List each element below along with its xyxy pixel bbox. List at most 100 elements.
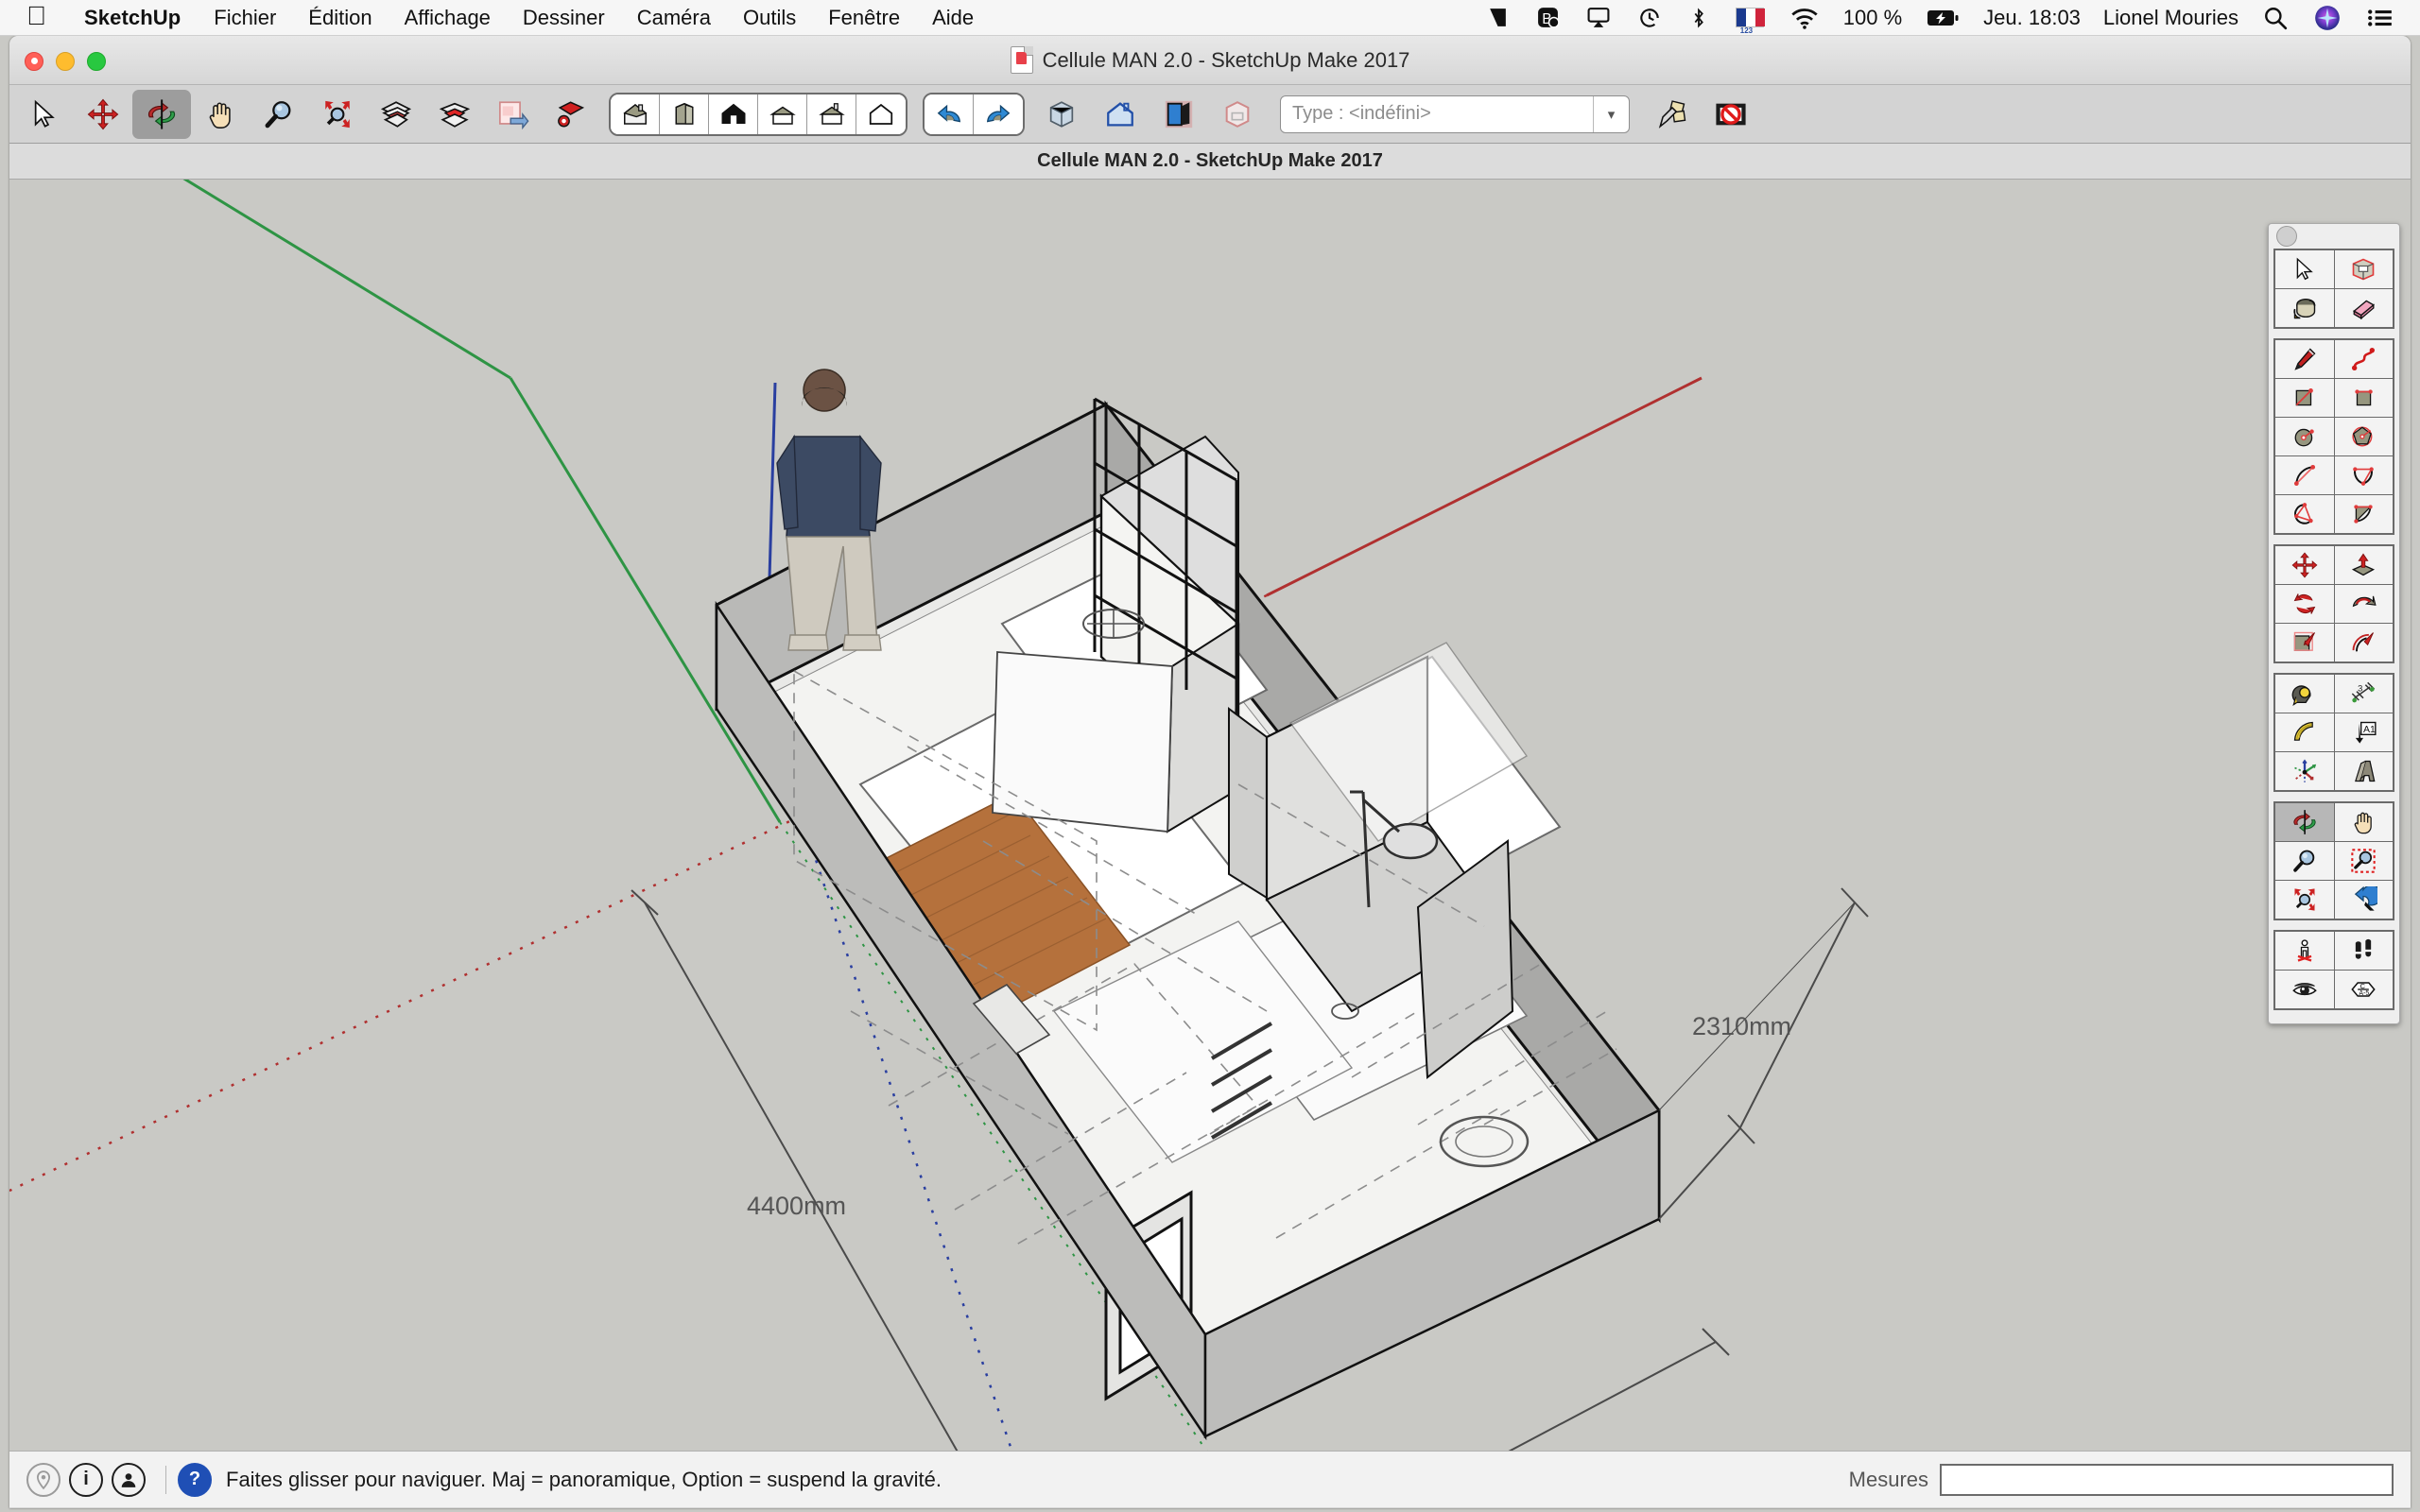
tool-follow-me[interactable] [2335, 585, 2394, 623]
menu-app-name[interactable]: SketchUp [67, 6, 198, 30]
interact-tool-button[interactable] [1643, 90, 1702, 139]
palette-group-construction: 3 A1 [2273, 673, 2394, 792]
control-center-icon[interactable] [2354, 0, 2407, 36]
tool-rectangle[interactable] [2275, 379, 2334, 417]
french-flag-input-icon[interactable]: 123 [1722, 0, 1777, 36]
tool-scale[interactable] [2275, 624, 2334, 662]
orbit-tool-button[interactable] [132, 90, 191, 139]
model-info-tool-button[interactable] [1091, 90, 1150, 139]
tool-make-component[interactable] [2335, 250, 2394, 288]
dynamic-component-tool-button[interactable] [1208, 90, 1267, 139]
tool-pan[interactable] [2335, 803, 2394, 841]
component-tool-button[interactable] [367, 90, 425, 139]
tool-3d-text[interactable] [2335, 752, 2394, 790]
tool-rotated-rectangle[interactable] [2335, 379, 2394, 417]
tool-dimension[interactable]: 3 [2335, 675, 2394, 713]
open-model-tool-button[interactable] [1150, 90, 1208, 139]
tool-rotate[interactable] [2275, 585, 2334, 623]
palette-drag-handle[interactable] [2276, 226, 2297, 247]
spotlight-search-icon[interactable] [2250, 0, 2301, 36]
select-tool-button[interactable] [15, 90, 74, 139]
time-machine-icon[interactable] [1624, 0, 1675, 36]
extension-warehouse-button[interactable] [484, 90, 543, 139]
tool-look-around[interactable] [2275, 971, 2334, 1008]
tool-eraser[interactable] [2335, 289, 2394, 327]
menu-item-edition[interactable]: Édition [292, 6, 388, 30]
tool-arc-tangent[interactable] [2335, 495, 2394, 533]
tool-paint-bucket[interactable] [2275, 289, 2334, 327]
tool-polygon[interactable] [2335, 418, 2394, 455]
style-hidden-line-button[interactable] [709, 94, 758, 134]
tool-section-plane[interactable]: CA-5 [2335, 971, 2394, 1008]
tool-arc-3point[interactable] [2335, 456, 2394, 494]
tool-walk[interactable] [2335, 932, 2394, 970]
tool-text[interactable]: A1 [2335, 713, 2394, 751]
tool-zoom-window[interactable] [2335, 842, 2394, 880]
dynamic-component-type-field[interactable]: Type : <indéfini> ▾ [1280, 95, 1630, 133]
siri-icon[interactable] [2301, 0, 2354, 36]
account-status-icon[interactable] [112, 1463, 146, 1497]
menu-item-fenetre[interactable]: Fenêtre [812, 6, 916, 30]
tool-arc-2point[interactable] [2275, 456, 2334, 494]
tool-position-camera[interactable] [2275, 932, 2334, 970]
palette-header[interactable] [2269, 224, 2399, 249]
move-tool-button[interactable] [74, 90, 132, 139]
menu-item-aide[interactable]: Aide [916, 6, 990, 30]
tool-move[interactable] [2275, 546, 2334, 584]
style-xray-button[interactable] [856, 94, 906, 134]
menu-item-fichier[interactable]: Fichier [198, 6, 292, 30]
menu-bar-clock[interactable]: Jeu. 18:03 [1972, 6, 2092, 30]
tool-offset[interactable] [2335, 624, 2394, 662]
zoom-extents-tool-button[interactable] [308, 90, 367, 139]
redo-button[interactable] [974, 94, 1023, 134]
style-shaded-texture-button[interactable] [611, 94, 660, 134]
menu-bar-status-area: B 123 100 % [1473, 0, 2420, 36]
stop-tool-button[interactable] [1702, 90, 1760, 139]
close-button[interactable] [25, 52, 43, 71]
wifi-icon[interactable] [1777, 0, 1832, 36]
airplay-icon[interactable] [1573, 0, 1624, 36]
style-monochrome-button[interactable] [807, 94, 856, 134]
zoom-tool-button[interactable] [250, 90, 308, 139]
tool-line[interactable] [2275, 340, 2334, 378]
3d-viewport[interactable]: 2310mm 4400mm 2350mm [9, 180, 2411, 1451]
tool-zoom[interactable] [2275, 842, 2334, 880]
chevron-down-icon[interactable]: ▾ [1593, 96, 1629, 132]
tool-axes[interactable] [2275, 752, 2334, 790]
large-tool-set-palette[interactable]: 3 A1 [2268, 223, 2400, 1024]
apple-logo-icon[interactable]:  [0, 3, 67, 29]
bluetooth-icon[interactable] [1675, 0, 1722, 36]
menu-bar-username[interactable]: Lionel Mouries [2092, 6, 2250, 30]
tool-previous-view[interactable] [2335, 881, 2394, 919]
help-status-icon[interactable]: ? [178, 1463, 212, 1497]
ruby-gear-tool-button[interactable] [543, 90, 601, 139]
menu-item-affichage[interactable]: Affichage [389, 6, 507, 30]
style-wireframe-button[interactable] [758, 94, 807, 134]
tool-protractor[interactable] [2275, 713, 2334, 751]
section-plane-tool-button[interactable] [1032, 90, 1091, 139]
ruby-console-tool-button[interactable] [425, 90, 484, 139]
minimize-button[interactable] [56, 52, 75, 71]
pan-tool-button[interactable] [191, 90, 250, 139]
model-canvas[interactable]: 2310mm 4400mm 2350mm [9, 180, 2411, 1451]
tool-circle[interactable] [2275, 418, 2334, 455]
info-status-icon[interactable]: i [69, 1463, 103, 1497]
undo-button[interactable] [925, 94, 974, 134]
tool-freehand[interactable] [2335, 340, 2394, 378]
tool-push-pull[interactable] [2335, 546, 2394, 584]
menu-item-outils[interactable]: Outils [727, 6, 812, 30]
tool-tape-measure[interactable] [2275, 675, 2334, 713]
tool-zoom-extents[interactable] [2275, 881, 2334, 919]
style-shaded-button[interactable] [660, 94, 709, 134]
zoom-button[interactable] [87, 52, 106, 71]
menu-item-dessiner[interactable]: Dessiner [507, 6, 621, 30]
tool-select[interactable] [2275, 250, 2334, 288]
measurements-input[interactable] [1940, 1464, 2394, 1496]
bettertouchtool-icon[interactable]: B [1523, 0, 1573, 36]
battery-charging-icon[interactable] [1913, 0, 1972, 36]
location-status-icon[interactable] [26, 1463, 60, 1497]
tool-pie[interactable] [2275, 495, 2334, 533]
menu-item-camera[interactable]: Caméra [621, 6, 727, 30]
screen-flip-icon[interactable] [1473, 0, 1523, 36]
tool-orbit[interactable] [2275, 803, 2334, 841]
